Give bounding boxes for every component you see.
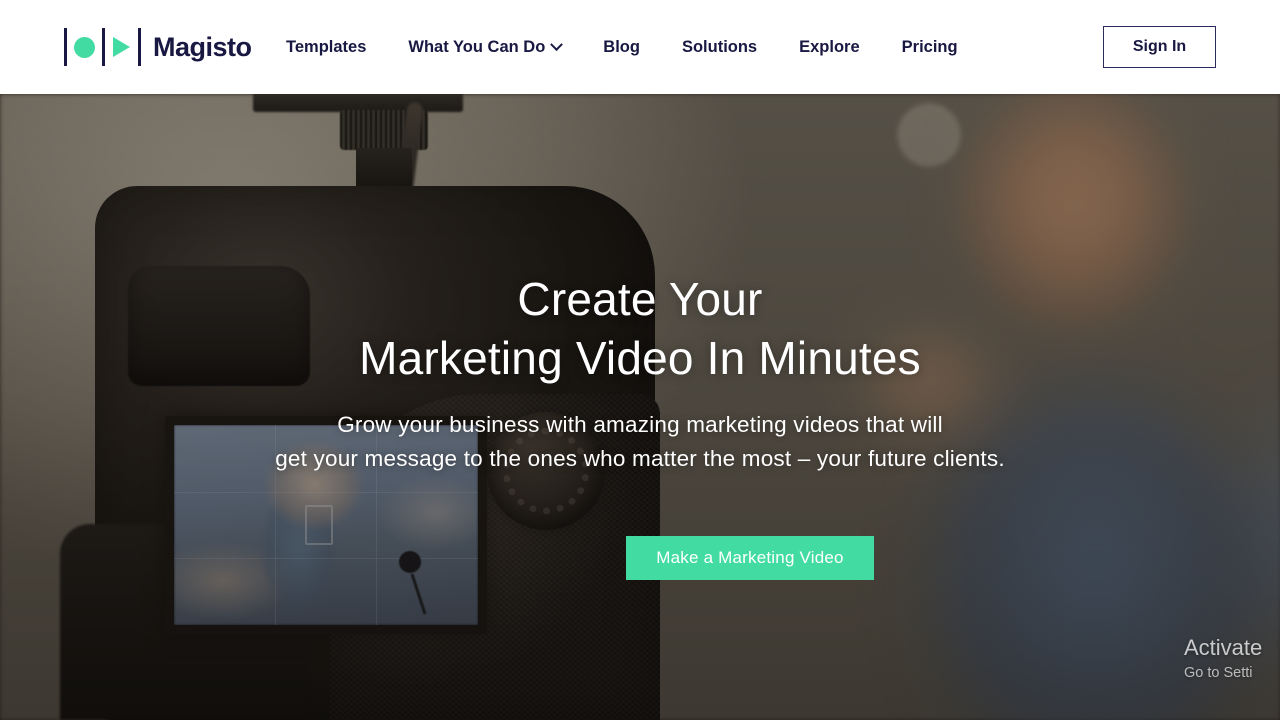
logo-bar-icon (102, 28, 105, 66)
hero-subheadline: Grow your business with amazing marketin… (0, 408, 1280, 476)
site-header: Magisto Templates What You Can Do Blog S… (0, 0, 1280, 94)
nav-label: Pricing (901, 37, 958, 56)
green-circle-icon (74, 36, 95, 58)
headline-line-2: Marketing Video In Minutes (359, 331, 921, 384)
hero-content: Create Your Marketing Video In Minutes G… (0, 94, 1280, 720)
nav-item-pricing[interactable]: Pricing (902, 38, 958, 57)
logo-mark (64, 28, 141, 66)
green-play-triangle-icon (113, 37, 130, 57)
logo-bar-icon (138, 28, 141, 66)
nav-item-templates[interactable]: Templates (286, 38, 366, 57)
nav-label: Templates (286, 37, 367, 56)
sign-in-button[interactable]: Sign In (1103, 26, 1216, 68)
logo-bar-icon (64, 28, 67, 66)
headline-line-1: Create Your (517, 273, 763, 325)
magisto-logo[interactable]: Magisto (64, 28, 252, 66)
hero-section: Create Your Marketing Video In Minutes G… (0, 94, 1280, 720)
nav-item-what-you-can-do[interactable]: What You Can Do (408, 37, 564, 57)
nav-item-solutions[interactable]: Solutions (682, 38, 757, 57)
nav-label: Explore (799, 37, 860, 56)
chevron-down-icon (550, 37, 564, 51)
nav-item-blog[interactable]: Blog (603, 38, 640, 57)
nav-label: Blog (603, 37, 640, 56)
nav-label: Solutions (681, 37, 758, 56)
subhead-line-1: Grow your business with amazing marketin… (337, 412, 943, 437)
hero-headline: Create Your Marketing Video In Minutes (0, 270, 1280, 388)
logo-wordmark: Magisto (153, 31, 252, 62)
nav-label: What You Can Do (408, 37, 546, 56)
subhead-line-2: get your message to the ones who matter … (275, 445, 1005, 471)
make-a-marketing-video-button[interactable]: Make a Marketing Video (626, 536, 874, 580)
nav-item-explore[interactable]: Explore (799, 38, 860, 57)
main-navigation: Templates What You Can Do Blog Solutions… (286, 0, 958, 94)
